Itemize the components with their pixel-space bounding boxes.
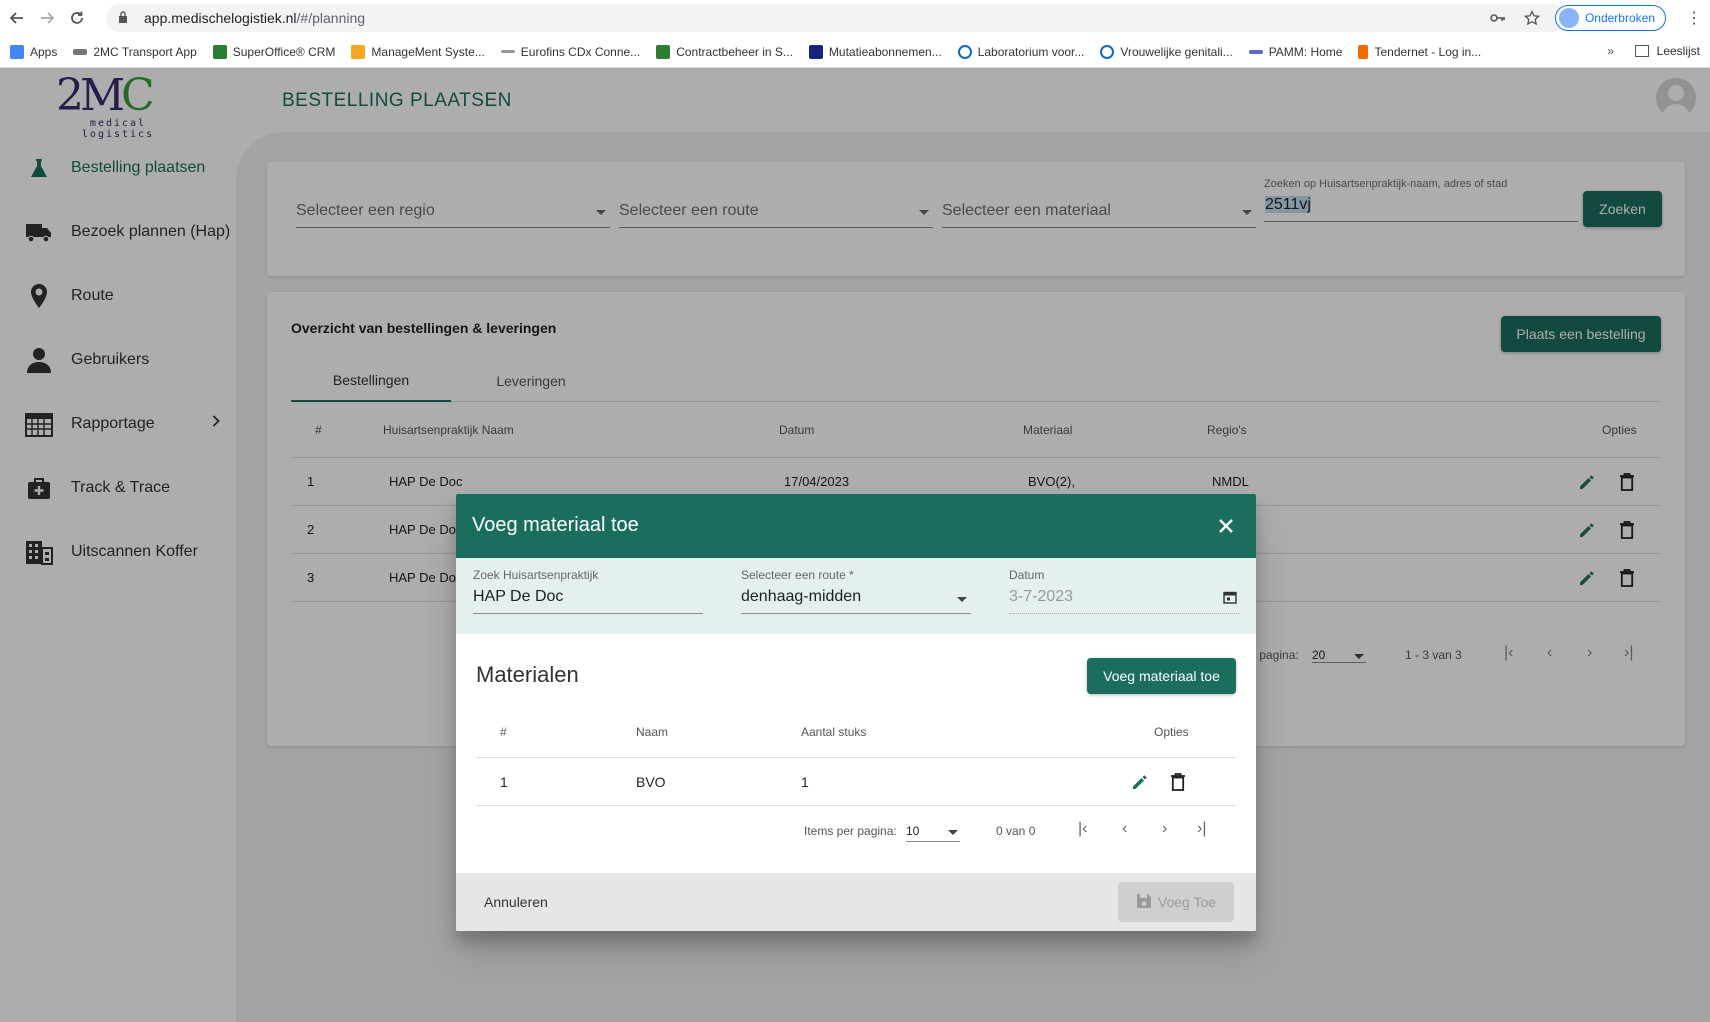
back-icon[interactable] xyxy=(4,5,30,31)
save-icon xyxy=(1136,893,1152,912)
bookmark-item[interactable]: PAMM: Home xyxy=(1248,45,1342,59)
forward-icon[interactable] xyxy=(34,5,60,31)
dialog-title: Voeg materiaal toe xyxy=(472,514,639,536)
kvk-favicon xyxy=(808,44,823,59)
cancel-button[interactable]: Annuleren xyxy=(472,889,560,915)
dialog-form: Zoek Huisartsenpraktijk HAP De Doc Selec… xyxy=(456,558,1256,634)
n-favicon xyxy=(1358,44,1369,59)
route-label: Selecteer een route * xyxy=(741,568,854,582)
star-icon[interactable] xyxy=(1523,9,1541,29)
add-material-dialog: Voeg materiaal toe Zoek Huisartsenprakti… xyxy=(456,494,1256,931)
last-page-icon[interactable]: ›| xyxy=(1197,820,1206,838)
bookmarks-bar: Apps 2MC Transport App SuperOffice® CRM … xyxy=(0,36,1710,68)
url-path: /#/planning xyxy=(296,10,366,26)
route-select[interactable]: denhaag-midden xyxy=(741,588,971,614)
column-header: Opties xyxy=(1154,724,1189,739)
column-header: Aantal stuks xyxy=(801,724,867,739)
browser-menu-icon[interactable]: ⋮ xyxy=(1686,8,1702,28)
calendar-icon[interactable] xyxy=(1223,590,1237,609)
material-row[interactable]: 1 BVO 1 xyxy=(476,758,1236,806)
bookmark-favicon xyxy=(656,44,671,59)
prev-page-icon[interactable]: ‹ xyxy=(1122,820,1127,838)
practice-input[interactable]: HAP De Doc xyxy=(473,588,703,614)
lock-icon xyxy=(118,10,134,26)
reading-list-icon xyxy=(1634,45,1649,57)
dialog-footer: Annuleren Voeg Toe xyxy=(456,873,1256,931)
submit-button[interactable]: Voeg Toe xyxy=(1118,882,1234,922)
profile-label: Onderbroken xyxy=(1584,11,1655,25)
bookmark-item[interactable]: Apps xyxy=(10,44,57,59)
date-field: Datum 3-7-2023 xyxy=(1009,568,1239,614)
first-page-icon[interactable]: |‹ xyxy=(1078,820,1087,838)
globe-favicon xyxy=(1100,44,1115,59)
bookmark-item[interactable]: Eurofins CDx Conne... xyxy=(500,45,640,59)
items-range: 0 van 0 xyxy=(996,824,1036,838)
profile-button[interactable]: Onderbroken xyxy=(1554,5,1666,31)
materials-table-header: # Naam Aantal stuks Opties xyxy=(476,706,1236,758)
add-material-button[interactable]: Voeg materiaal toe xyxy=(1087,658,1236,694)
browser-toolbar: app.medischelogistiek.nl/#/planning Onde… xyxy=(0,0,1710,36)
bookmark-item[interactable]: Tendernet - Log in... xyxy=(1358,44,1481,59)
items-per-page-label: Items per pagina: xyxy=(804,824,897,838)
reload-icon[interactable] xyxy=(64,5,90,31)
profile-avatar-icon xyxy=(1558,8,1579,28)
route-field: Selecteer een route * denhaag-midden xyxy=(741,568,971,614)
bookmark-favicon xyxy=(212,44,227,59)
close-icon[interactable] xyxy=(1212,512,1240,540)
globe-favicon xyxy=(957,44,972,59)
date-input[interactable]: 3-7-2023 xyxy=(1009,588,1239,614)
delete-icon[interactable] xyxy=(1167,758,1189,805)
date-label: Datum xyxy=(1009,568,1045,582)
bookmark-favicon xyxy=(73,48,88,55)
bookmark-item[interactable]: Mutatieabonnemen... xyxy=(808,44,942,59)
practice-field: Zoek Huisartsenpraktijk HAP De Doc xyxy=(473,568,703,614)
dropdown-arrow-icon xyxy=(948,830,958,835)
materials-heading: Materialen xyxy=(476,662,579,687)
checkbox-favicon xyxy=(351,44,366,59)
practice-label: Zoek Huisartsenpraktijk xyxy=(473,568,599,582)
bookmark-item[interactable]: 2MC Transport App xyxy=(73,45,197,59)
dialog-header: Voeg materiaal toe xyxy=(456,494,1256,558)
next-page-icon[interactable]: › xyxy=(1162,820,1167,838)
edit-icon[interactable] xyxy=(1129,758,1151,805)
url-host: app.medischelogistiek.nl xyxy=(144,10,297,26)
bookmark-item[interactable]: Contractbeheer in S... xyxy=(656,44,793,59)
bookmark-item[interactable]: Laboratorium voor... xyxy=(957,44,1084,59)
key-icon[interactable] xyxy=(1490,10,1506,29)
column-header: # xyxy=(500,724,507,739)
items-per-page-select[interactable]: 10 xyxy=(906,824,960,842)
address-bar[interactable]: app.medischelogistiek.nl/#/planning xyxy=(106,4,1566,32)
bookmark-favicon xyxy=(500,50,515,53)
bookmark-favicon xyxy=(1248,49,1263,54)
bookmark-item[interactable]: ManageMent Syste... xyxy=(351,44,485,59)
dropdown-arrow-icon xyxy=(957,597,967,602)
reading-list-button[interactable]: Leeslijst xyxy=(1634,44,1700,58)
more-bookmarks-icon[interactable]: » xyxy=(1607,44,1614,58)
bookmark-item[interactable]: SuperOffice® CRM xyxy=(212,44,335,59)
column-header: Naam xyxy=(636,724,669,739)
apps-grid-icon xyxy=(10,44,24,59)
submit-label: Voeg Toe xyxy=(1157,894,1217,910)
bookmark-item[interactable]: Vrouwelijke genitali... xyxy=(1100,44,1233,59)
